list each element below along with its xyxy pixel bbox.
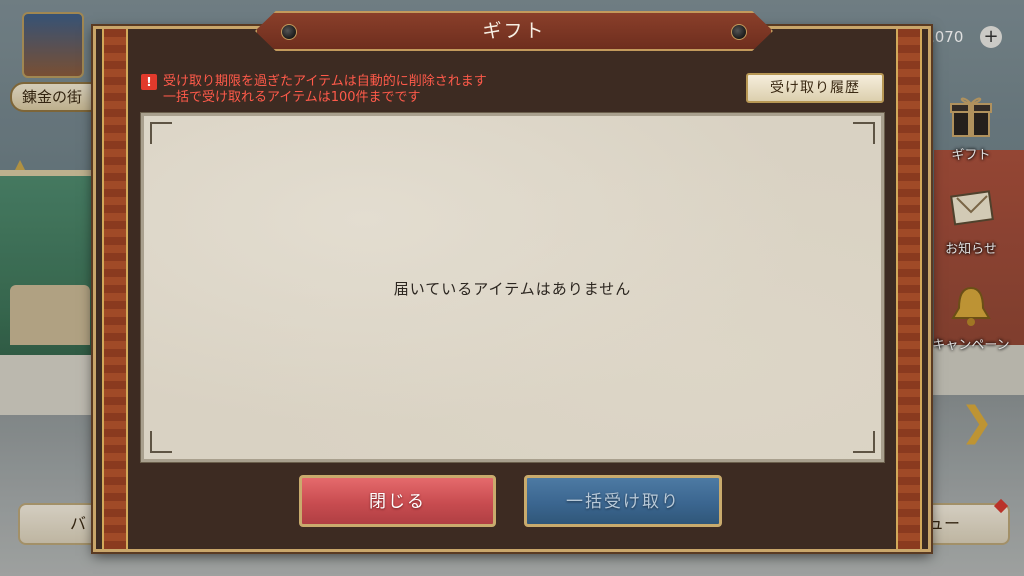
notice-line-1: 受け取り期限を過ぎたアイテムは自動的に削除されます	[163, 74, 487, 89]
panel-corner-ornament	[853, 122, 875, 144]
notice-text: ! 受け取り期限を過ぎたアイテムは自動的に削除されます 一括で受け取れるアイテムは…	[141, 74, 701, 106]
gift-list-panel: 届いているアイテムはありません	[140, 112, 885, 463]
panel-corner-ornament	[853, 431, 875, 453]
close-button[interactable]: 閉じる	[299, 475, 496, 527]
warning-icon: !	[141, 74, 157, 90]
notice-line-2: 一括で受け取れるアイテムは100件までです	[163, 90, 421, 105]
claim-all-button[interactable]: 一括受け取り	[524, 475, 722, 527]
panel-corner-ornament	[150, 122, 172, 144]
panel-corner-ornament	[150, 431, 172, 453]
dialog-frame-pillar-left	[102, 29, 128, 549]
dialog-frame-pillar-right	[896, 29, 922, 549]
receive-history-button[interactable]: 受け取り履歴	[746, 73, 884, 103]
empty-list-message: 届いているアイテムはありません	[393, 280, 632, 298]
dialog-title: ギフト	[482, 20, 546, 42]
